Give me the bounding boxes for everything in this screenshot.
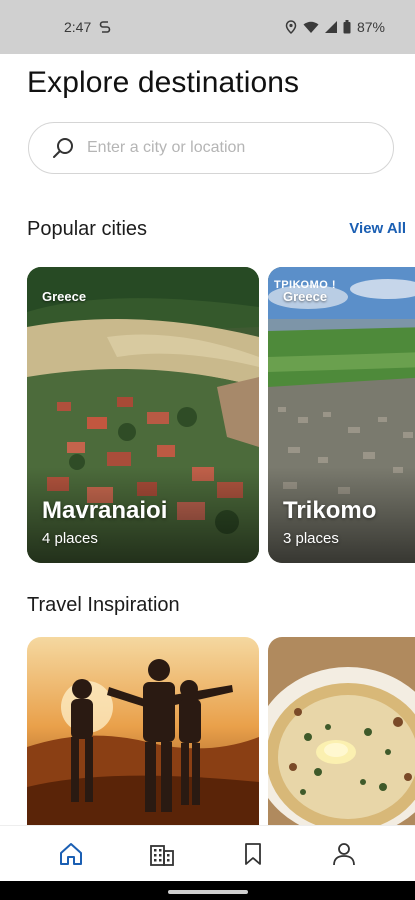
view-all-button[interactable]: View All xyxy=(349,220,406,237)
battery-icon xyxy=(343,20,351,34)
gesture-handle[interactable] xyxy=(168,890,248,894)
search-box[interactable] xyxy=(28,122,394,174)
location-icon xyxy=(285,20,297,34)
city-card-trikomo[interactable]: ΤΡΙΚΟΜΟ ! Greece Trikomo 3 places xyxy=(268,267,415,563)
inspiration-photo xyxy=(27,637,259,825)
profile-icon xyxy=(332,842,355,865)
wifi-icon xyxy=(303,21,319,33)
bottom-nav xyxy=(0,825,415,881)
card-country: Greece xyxy=(42,289,87,304)
card-city: Mavranaioi xyxy=(42,497,168,524)
inspiration-photo xyxy=(268,637,415,825)
inspiration-card[interactable] xyxy=(268,637,415,825)
inspiration-card[interactable] xyxy=(27,637,259,825)
city-icon xyxy=(150,844,175,866)
nav-home[interactable] xyxy=(49,832,93,876)
status-right: 87% xyxy=(285,19,385,35)
card-country: Greece xyxy=(283,289,328,304)
bookmark-icon xyxy=(244,842,261,865)
page-title: Explore destinations xyxy=(27,66,300,99)
card-city: Trikomo xyxy=(283,497,377,524)
nav-profile[interactable] xyxy=(322,832,366,876)
status-time: 2:47 xyxy=(64,19,92,35)
signal-icon xyxy=(324,21,337,33)
status-bar: 2:47 87% xyxy=(0,0,415,54)
search-input[interactable] xyxy=(87,139,357,157)
card-places: 3 places xyxy=(283,530,339,547)
popular-cities-title: Popular cities xyxy=(27,218,148,240)
home-icon xyxy=(60,842,83,865)
explore-screen: Explore destinations Popular cities View… xyxy=(0,54,415,825)
card-places: 4 places xyxy=(42,530,98,547)
nav-cities[interactable] xyxy=(140,832,184,876)
sync-icon xyxy=(99,21,111,33)
nav-saved[interactable] xyxy=(231,832,275,876)
travel-inspiration-title: Travel Inspiration xyxy=(27,594,180,616)
status-left: 2:47 xyxy=(64,19,111,35)
search-icon xyxy=(53,138,73,158)
battery-percent: 87% xyxy=(356,19,385,35)
city-card-mavranaioi[interactable]: Greece Mavranaioi 4 places xyxy=(27,267,259,563)
